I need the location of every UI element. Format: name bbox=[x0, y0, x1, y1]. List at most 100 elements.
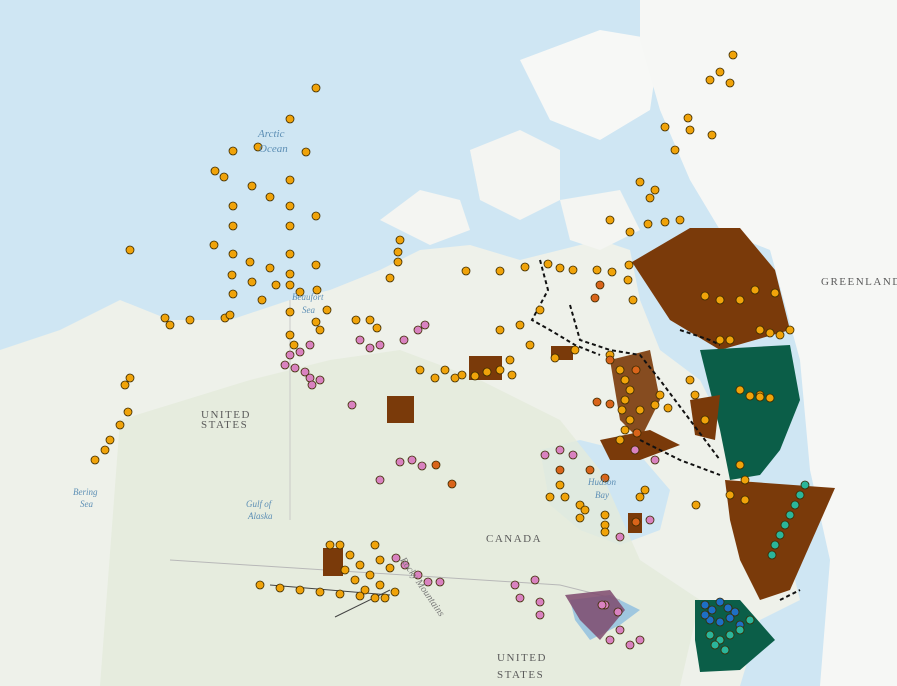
point-orange-80[interactable] bbox=[715, 67, 725, 77]
point-orange-113[interactable] bbox=[545, 492, 555, 502]
point-pink-37[interactable] bbox=[615, 625, 625, 635]
point-orange-71[interactable] bbox=[675, 215, 685, 225]
point-orange-41[interactable] bbox=[225, 310, 235, 320]
point-orange-106[interactable] bbox=[700, 415, 710, 425]
point-orange-122[interactable] bbox=[691, 500, 701, 510]
point-orange-163[interactable] bbox=[507, 370, 517, 380]
point-orange-111[interactable] bbox=[555, 480, 565, 490]
point-orange-107[interactable] bbox=[735, 460, 745, 470]
point-darkorange-12[interactable] bbox=[605, 355, 615, 365]
point-darkorange-0[interactable] bbox=[590, 293, 600, 303]
point-orange-17[interactable] bbox=[285, 249, 295, 259]
point-orange-51[interactable] bbox=[393, 257, 403, 267]
point-orange-125[interactable] bbox=[735, 295, 745, 305]
point-blue-9[interactable] bbox=[700, 610, 710, 620]
point-orange-26[interactable] bbox=[285, 280, 295, 290]
point-darkorange-5[interactable] bbox=[585, 465, 595, 475]
point-orange-132[interactable] bbox=[735, 385, 745, 395]
point-orange-25[interactable] bbox=[271, 280, 281, 290]
point-pink-9[interactable] bbox=[375, 340, 385, 350]
point-pink-5[interactable] bbox=[307, 380, 317, 390]
point-orange-33[interactable] bbox=[311, 317, 321, 327]
point-orange-102[interactable] bbox=[655, 390, 665, 400]
point-orange-42[interactable] bbox=[125, 373, 135, 383]
point-orange-66[interactable] bbox=[628, 295, 638, 305]
point-orange-12[interactable] bbox=[311, 211, 321, 221]
point-orange-35[interactable] bbox=[289, 340, 299, 350]
point-orange-93[interactable] bbox=[620, 375, 630, 385]
point-orange-162[interactable] bbox=[495, 365, 505, 375]
point-pink-7[interactable] bbox=[305, 340, 315, 350]
point-pink-33[interactable] bbox=[530, 575, 540, 585]
point-orange-22[interactable] bbox=[285, 269, 295, 279]
point-orange-31[interactable] bbox=[285, 307, 295, 317]
point-orange-151[interactable] bbox=[370, 540, 380, 550]
point-orange-153[interactable] bbox=[385, 563, 395, 573]
map-canvas[interactable]: Arctic Ocean Beaufort Sea Bering Sea Gul… bbox=[0, 0, 897, 686]
point-pink-23[interactable] bbox=[650, 455, 660, 465]
point-orange-62[interactable] bbox=[592, 265, 602, 275]
point-orange-32[interactable] bbox=[322, 305, 332, 315]
point-pink-34[interactable] bbox=[535, 597, 545, 607]
point-orange-37[interactable] bbox=[160, 313, 170, 323]
point-pink-13[interactable] bbox=[395, 457, 405, 467]
point-orange-105[interactable] bbox=[690, 390, 700, 400]
point-darkorange-9[interactable] bbox=[447, 479, 457, 489]
point-orange-68[interactable] bbox=[625, 227, 635, 237]
point-orange-110[interactable] bbox=[740, 495, 750, 505]
point-pink-10[interactable] bbox=[365, 343, 375, 353]
point-orange-127[interactable] bbox=[770, 288, 780, 298]
point-orange-89[interactable] bbox=[550, 353, 560, 363]
point-orange-119[interactable] bbox=[600, 527, 610, 537]
point-orange-21[interactable] bbox=[227, 270, 237, 280]
point-orange-57[interactable] bbox=[495, 266, 505, 276]
point-pink-26[interactable] bbox=[615, 532, 625, 542]
point-orange-123[interactable] bbox=[700, 291, 710, 301]
point-orange-99[interactable] bbox=[615, 435, 625, 445]
point-orange-44[interactable] bbox=[123, 407, 133, 417]
point-orange-48[interactable] bbox=[115, 420, 125, 430]
point-orange-14[interactable] bbox=[285, 221, 295, 231]
point-orange-95[interactable] bbox=[620, 395, 630, 405]
point-orange-39[interactable] bbox=[185, 315, 195, 325]
point-pink-17[interactable] bbox=[413, 325, 423, 335]
point-darkorange-8[interactable] bbox=[555, 465, 565, 475]
point-orange-94[interactable] bbox=[625, 385, 635, 395]
point-pink-15[interactable] bbox=[417, 461, 427, 471]
point-orange-124[interactable] bbox=[715, 295, 725, 305]
point-darkorange-7[interactable] bbox=[631, 517, 641, 527]
point-orange-6[interactable] bbox=[219, 172, 229, 182]
point-orange-74[interactable] bbox=[635, 177, 645, 187]
point-orange-135[interactable] bbox=[765, 393, 775, 403]
point-orange-143[interactable] bbox=[365, 570, 375, 580]
point-orange-161[interactable] bbox=[482, 367, 492, 377]
point-darkorange-10[interactable] bbox=[431, 460, 441, 470]
point-orange-86[interactable] bbox=[515, 320, 525, 330]
point-orange-103[interactable] bbox=[663, 403, 673, 413]
point-orange-15[interactable] bbox=[209, 240, 219, 250]
point-pink-38[interactable] bbox=[625, 640, 635, 650]
point-orange-164[interactable] bbox=[440, 365, 450, 375]
point-pink-19[interactable] bbox=[399, 335, 409, 345]
point-orange-104[interactable] bbox=[685, 375, 695, 385]
point-pink-18[interactable] bbox=[420, 320, 430, 330]
point-orange-115[interactable] bbox=[580, 505, 590, 515]
point-pink-20[interactable] bbox=[540, 450, 550, 460]
point-orange-72[interactable] bbox=[645, 193, 655, 203]
point-pink-40[interactable] bbox=[605, 635, 615, 645]
point-orange-150[interactable] bbox=[390, 587, 400, 597]
point-orange-144[interactable] bbox=[375, 580, 385, 590]
point-orange-98[interactable] bbox=[620, 425, 630, 435]
point-orange-59[interactable] bbox=[543, 259, 553, 269]
point-orange-36[interactable] bbox=[315, 325, 325, 335]
point-pink-42[interactable] bbox=[613, 607, 623, 617]
point-teal-2[interactable] bbox=[725, 630, 735, 640]
point-orange-97[interactable] bbox=[625, 415, 635, 425]
point-orange-11[interactable] bbox=[228, 201, 238, 211]
point-pink-35[interactable] bbox=[535, 610, 545, 620]
point-pink-6[interactable] bbox=[295, 347, 305, 357]
point-orange-133[interactable] bbox=[745, 391, 755, 401]
point-orange-47[interactable] bbox=[90, 455, 100, 465]
point-orange-19[interactable] bbox=[245, 257, 255, 267]
point-orange-52[interactable] bbox=[385, 273, 395, 283]
